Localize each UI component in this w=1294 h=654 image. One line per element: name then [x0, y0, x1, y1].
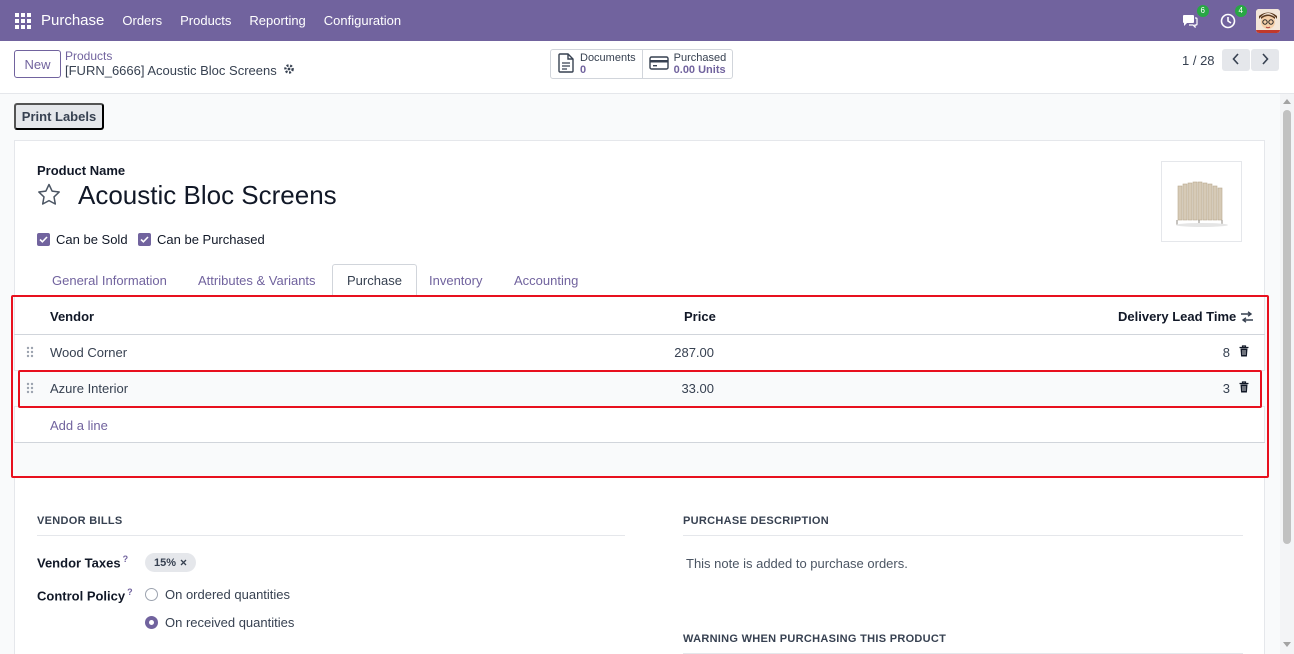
can-be-purchased-label: Can be Purchased — [157, 232, 265, 247]
tab-accounting[interactable]: Accounting — [514, 264, 578, 296]
purchase-description-title: PURCHASE DESCRIPTION — [683, 515, 1243, 536]
control-panel: New Products [FURN_6666] Acoustic Bloc S… — [0, 41, 1294, 94]
tax-tag[interactable]: 15% — [145, 553, 197, 572]
breadcrumb-current: [FURN_6666] Acoustic Bloc Screens — [65, 63, 295, 78]
pager-previous-button[interactable] — [1222, 49, 1250, 71]
product-image[interactable] — [1161, 161, 1242, 242]
radio-ordered-label: On ordered quantities — [165, 587, 291, 602]
activities-badge: 4 — [1234, 4, 1247, 17]
user-avatar[interactable] — [1256, 8, 1280, 33]
can-be-sold-checkbox[interactable]: Can be Sold — [37, 232, 128, 247]
purchased-smart-button[interactable]: Purchased 0.00 Units — [641, 50, 733, 78]
document-icon — [557, 52, 575, 76]
tab-attributes-variants[interactable]: Attributes & Variants — [198, 264, 316, 296]
radio-checked-icon — [145, 616, 158, 629]
checkmark-icon — [138, 233, 151, 246]
warning-purchasing-title: WARNING WHEN PURCHASING THIS PRODUCT — [683, 633, 1243, 654]
documents-smart-button[interactable]: Documents 0 — [551, 50, 642, 78]
page-scrollbar[interactable] — [1280, 94, 1294, 654]
product-name-field[interactable]: Acoustic Bloc Screens — [78, 180, 337, 211]
breadcrumb-products[interactable]: Products — [65, 49, 112, 63]
apps-grid-icon[interactable] — [15, 12, 31, 29]
purchase-description-field[interactable]: This note is added to purchase orders. — [686, 556, 908, 571]
breadcrumb-current-label: [FURN_6666] Acoustic Bloc Screens — [65, 63, 277, 78]
scroll-up-arrow-icon[interactable] — [1283, 99, 1291, 104]
vendor-taxes-label-text: Vendor Taxes — [37, 555, 121, 571]
pager-value[interactable]: 1 / 28 — [1182, 53, 1215, 68]
documents-label: Documents — [580, 52, 636, 64]
purchased-label: Purchased — [673, 52, 727, 64]
vendor-bills-title: VENDOR BILLS — [37, 515, 625, 536]
gear-icon[interactable] — [283, 63, 295, 78]
smart-buttons: Documents 0 Purchased 0.00 Units — [550, 49, 734, 79]
tab-purchase[interactable]: Purchase — [332, 264, 417, 297]
credit-card-icon — [648, 55, 669, 74]
messages-badge: 6 — [1196, 4, 1209, 17]
menu-orders[interactable]: Orders — [113, 13, 171, 28]
radio-received-quantities[interactable]: On received quantities — [145, 615, 294, 630]
product-name-label: Product Name — [37, 163, 126, 178]
can-be-sold-label: Can be Sold — [56, 232, 128, 247]
menu-configuration[interactable]: Configuration — [315, 13, 410, 28]
help-tooltip-icon[interactable]: ? — [123, 554, 129, 564]
radio-unchecked-icon — [145, 588, 158, 601]
scroll-thumb[interactable] — [1283, 110, 1291, 544]
tax-tag-label: 15% — [154, 556, 177, 569]
app-name[interactable]: Purchase — [41, 12, 104, 29]
top-navbar: Purchase Orders Products Reporting Confi… — [0, 0, 1294, 41]
activities-clock-icon[interactable]: 4 — [1218, 4, 1247, 31]
form-tabs: General Information Attributes & Variant… — [14, 264, 1265, 297]
menu-products[interactable]: Products — [171, 13, 240, 28]
new-button[interactable]: New — [14, 50, 61, 78]
star-icon[interactable] — [37, 183, 61, 209]
menu-reporting[interactable]: Reporting — [240, 13, 314, 28]
print-labels-button[interactable]: Print Labels — [14, 103, 104, 130]
chevron-left-icon — [1232, 52, 1240, 68]
control-policy-label-text: Control Policy — [37, 588, 126, 604]
can-be-purchased-checkbox[interactable]: Can be Purchased — [138, 232, 265, 247]
highlight-selected-row — [18, 370, 1262, 408]
documents-value: 0 — [580, 64, 587, 76]
chevron-right-icon — [1261, 52, 1269, 68]
vendor-taxes-label: Vendor Taxes? — [37, 554, 128, 570]
purchased-value: 0.00 Units — [673, 64, 726, 76]
checkmark-icon — [37, 233, 50, 246]
tab-inventory[interactable]: Inventory — [429, 264, 482, 296]
radio-ordered-quantities[interactable]: On ordered quantities — [145, 587, 290, 602]
radio-received-label: On received quantities — [165, 615, 295, 630]
help-tooltip-icon[interactable]: ? — [127, 587, 133, 597]
messages-icon[interactable]: 6 — [1180, 4, 1209, 31]
tag-remove-icon[interactable] — [180, 557, 187, 569]
control-policy-label: Control Policy? — [37, 587, 133, 603]
pager-next-button[interactable] — [1251, 49, 1279, 71]
tab-general-information[interactable]: General Information — [52, 264, 167, 296]
scroll-down-arrow-icon[interactable] — [1283, 642, 1291, 647]
